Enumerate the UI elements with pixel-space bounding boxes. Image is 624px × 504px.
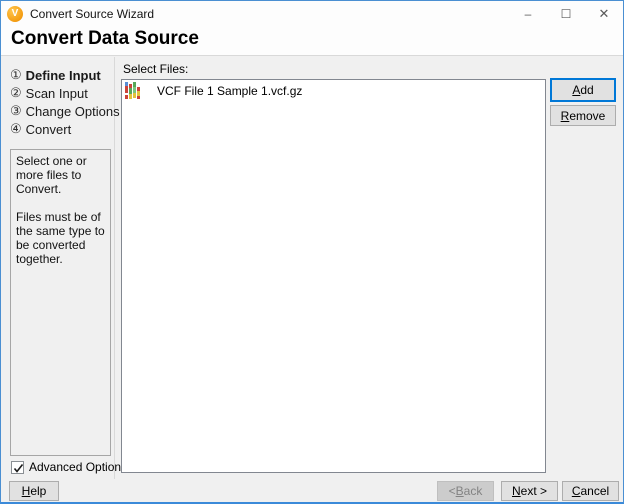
description-line-1: Select one or more files to Convert. <box>16 154 105 196</box>
step-label: Change Options <box>26 104 120 119</box>
step-number: ② <box>10 85 22 101</box>
add-button[interactable]: Add <box>550 78 616 102</box>
vcf-file-icon <box>125 82 140 100</box>
window-controls: – ☐ ✕ <box>509 1 623 27</box>
step-item-define-input: ① Define Input <box>10 66 120 84</box>
step-label: Convert <box>26 122 72 137</box>
advanced-options-row: Advanced Options <box>11 460 127 474</box>
minimize-button[interactable]: – <box>509 1 547 27</box>
file-list[interactable]: VCF File 1 Sample 1.vcf.gz <box>121 79 546 473</box>
page-title: Convert Data Source <box>11 28 199 50</box>
step-item-convert: ④ Convert <box>10 120 120 138</box>
remove-button[interactable]: Remove <box>550 105 616 126</box>
window-title: Convert Source Wizard <box>30 7 154 21</box>
description-line-2: Files must be of the same type to be con… <box>16 210 105 266</box>
file-list-item[interactable]: VCF File 1 Sample 1.vcf.gz <box>122 80 545 102</box>
header: V Convert Source Wizard – ☐ ✕ Convert Da… <box>1 1 623 56</box>
step-label: Scan Input <box>26 86 88 101</box>
step-item-change-options: ③ Change Options <box>10 102 120 120</box>
back-button[interactable]: < Back <box>437 481 494 501</box>
description-panel: Select one or more files to Convert. Fil… <box>10 149 111 456</box>
checkmark-icon <box>13 463 24 474</box>
step-number: ① <box>10 67 22 83</box>
step-label: Define Input <box>26 68 101 83</box>
titlebar: V Convert Source Wizard – ☐ ✕ <box>1 1 623 27</box>
help-button[interactable]: Help <box>9 481 59 501</box>
step-item-scan-input: ② Scan Input <box>10 84 120 102</box>
select-files-label: Select Files: <box>123 62 188 76</box>
advanced-options-label: Advanced Options <box>29 460 127 474</box>
next-button[interactable]: Next > <box>501 481 558 501</box>
close-button[interactable]: ✕ <box>585 1 623 27</box>
convert-source-wizard-window: V Convert Source Wizard – ☐ ✕ Convert Da… <box>0 0 624 504</box>
advanced-options-checkbox[interactable] <box>11 461 24 474</box>
file-name: VCF File 1 Sample 1.vcf.gz <box>157 84 302 98</box>
step-number: ④ <box>10 121 22 137</box>
maximize-button[interactable]: ☐ <box>547 1 585 27</box>
step-number: ③ <box>10 103 22 119</box>
app-icon: V <box>7 6 23 22</box>
wizard-steps-list: ① Define Input ② Scan Input ③ Change Opt… <box>10 66 120 138</box>
cancel-button[interactable]: Cancel <box>562 481 619 501</box>
